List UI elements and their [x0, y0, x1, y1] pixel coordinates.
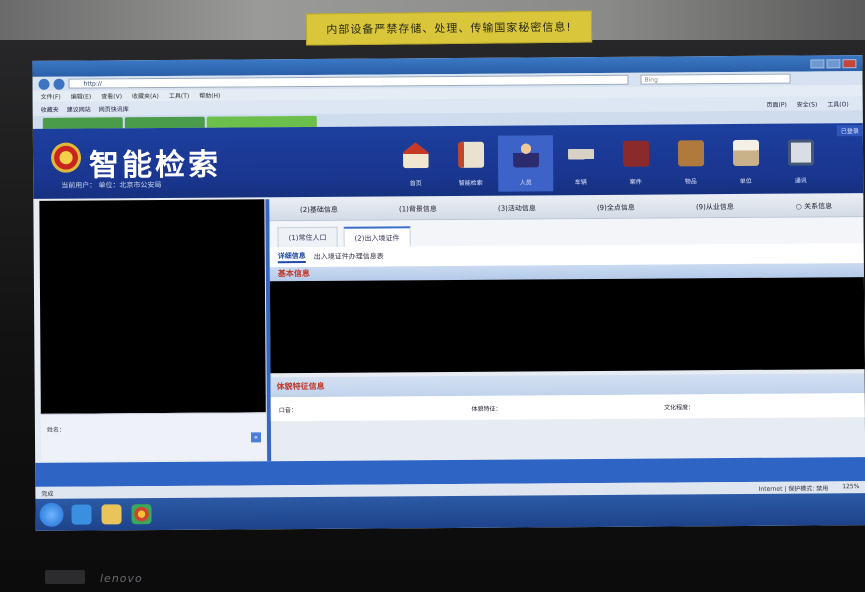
tab-basic-info[interactable]: (2)基础信息: [269, 204, 368, 215]
nav-label: 智能检索: [458, 179, 483, 187]
command-bar: 页面(P) 安全(S) 工具(O): [766, 99, 862, 109]
menu-file[interactable]: 文件(F): [41, 92, 61, 101]
nav-label: 单位: [739, 177, 752, 185]
ie-icon[interactable]: [71, 504, 92, 525]
menu-favorites[interactable]: 收藏夹(A): [132, 91, 159, 100]
close-button[interactable]: [842, 58, 857, 68]
redacted-photo-area: [39, 199, 266, 414]
field-education: 文化程度：: [664, 403, 695, 412]
browser-tab[interactable]: [124, 116, 205, 129]
nav-smart-search[interactable]: 智能检索: [443, 136, 498, 192]
left-info-panel: 姓名：: [40, 412, 267, 461]
app-title: 智能检索: [88, 147, 222, 184]
nav-home[interactable]: 首页: [388, 136, 443, 192]
tools-menu[interactable]: 工具(O): [827, 99, 848, 108]
tab-background-info[interactable]: (1)背景信息: [368, 203, 467, 214]
feature-fields-row: 口音： 体貌特征： 文化程度：: [270, 393, 865, 422]
warning-sticker: 内部设备严禁存储、处理、传输国家秘密信息!: [305, 10, 593, 46]
nav-label: 首页: [409, 180, 422, 188]
main-content: (2)基础信息 (1)背景信息 (3)活动信息 (9)全点信息 (9)从业信息 …: [269, 195, 865, 422]
tab-activity-info[interactable]: (3)活动信息: [467, 203, 566, 214]
nav-label: 案件: [629, 178, 642, 186]
forward-button[interactable]: [53, 78, 65, 90]
nav-label: 通讯: [794, 177, 807, 185]
search-doc-icon: [457, 141, 484, 168]
favorites-item[interactable]: 收藏夹: [41, 104, 59, 113]
nav-person[interactable]: 人员: [497, 135, 554, 192]
login-indicator: 已登录: [836, 125, 863, 137]
page-menu[interactable]: 页面(P): [766, 99, 786, 108]
status-right: Internet | 保护模式: 禁用 125%: [759, 483, 860, 493]
start-button-icon[interactable]: [39, 502, 64, 527]
menu-edit[interactable]: 编辑(E): [71, 91, 92, 100]
nav-label: 车辆: [574, 179, 587, 187]
search-input[interactable]: Bing: [640, 73, 791, 85]
tab-point-info[interactable]: (9)全点信息: [566, 202, 665, 213]
window-controls: [810, 58, 857, 68]
windows-taskbar: [35, 493, 865, 531]
field-physical: 体貌特征：: [471, 405, 502, 413]
app-header: 智能检索 当前用户： 单位：北京市公安局 已登录 首页 智能检索 人员 车辆 案…: [32, 123, 864, 199]
nav-item-goods[interactable]: 物品: [663, 134, 718, 190]
link-details[interactable]: 详细信息: [277, 250, 306, 264]
back-button[interactable]: [38, 78, 50, 90]
field-accent: 口音：: [278, 406, 297, 414]
safety-menu[interactable]: 安全(S): [797, 99, 818, 108]
tab-relation-info[interactable]: 关系信息: [764, 201, 863, 212]
link-doc-processing[interactable]: 出入境证件办理信息表: [314, 251, 384, 261]
browser-tab-active[interactable]: [206, 115, 317, 128]
card-icon: [677, 140, 704, 167]
nav-label: 人员: [519, 179, 532, 187]
menu-help[interactable]: 帮助(H): [199, 91, 220, 100]
collapse-toggle-icon[interactable]: «: [250, 432, 262, 443]
zoom-level[interactable]: 125%: [842, 483, 859, 492]
laptop-hinge: [45, 570, 85, 584]
nav-unit[interactable]: 单位: [718, 134, 773, 190]
minimize-button[interactable]: [810, 58, 825, 68]
police-emblem-icon: [50, 142, 82, 173]
nav-case[interactable]: 案件: [608, 135, 663, 191]
favorites-item[interactable]: 网页快讯库: [99, 104, 129, 113]
browser-tab[interactable]: [42, 117, 123, 129]
laptop-screen: http:// Bing 文件(F) 编辑(E) 查看(V) 收藏夹(A) 工具…: [32, 55, 865, 531]
nav-label: 物品: [684, 178, 697, 186]
car-icon: [567, 140, 594, 168]
favorites-item[interactable]: 建议网站: [67, 104, 91, 113]
tab-resident-population[interactable]: (1)常住人口: [277, 226, 338, 248]
nav-vehicle[interactable]: 车辆: [553, 135, 608, 191]
status-text: 完成: [41, 490, 54, 498]
maximize-button[interactable]: [826, 58, 841, 68]
main-nav: 首页 智能检索 人员 车辆 案件 物品 单位 通讯: [388, 133, 828, 192]
person-icon: [512, 141, 539, 168]
redacted-content: [269, 277, 865, 374]
chrome-icon[interactable]: [131, 504, 152, 525]
user-info: 当前用户： 单位：北京市公安局: [61, 181, 162, 190]
phone-icon: [787, 139, 814, 166]
lenovo-logo: lenovo: [100, 572, 143, 585]
name-label: 姓名：: [46, 426, 65, 434]
sub-tabs: (1)常住人口 (2)出入境证件: [269, 217, 864, 248]
building-icon: [732, 139, 759, 167]
folder-icon[interactable]: [101, 504, 122, 525]
menu-tools[interactable]: 工具(T): [169, 91, 189, 100]
book-icon: [622, 140, 649, 167]
nav-comms[interactable]: 通讯: [773, 133, 828, 189]
menu-view[interactable]: 查看(V): [101, 91, 122, 100]
tab-employment-info[interactable]: (9)从业信息: [665, 201, 764, 212]
tab-exit-entry-docs[interactable]: (2)出入境证件: [343, 226, 411, 247]
security-zone: Internet | 保护模式: 禁用: [758, 484, 829, 493]
home-icon: [402, 142, 428, 168]
